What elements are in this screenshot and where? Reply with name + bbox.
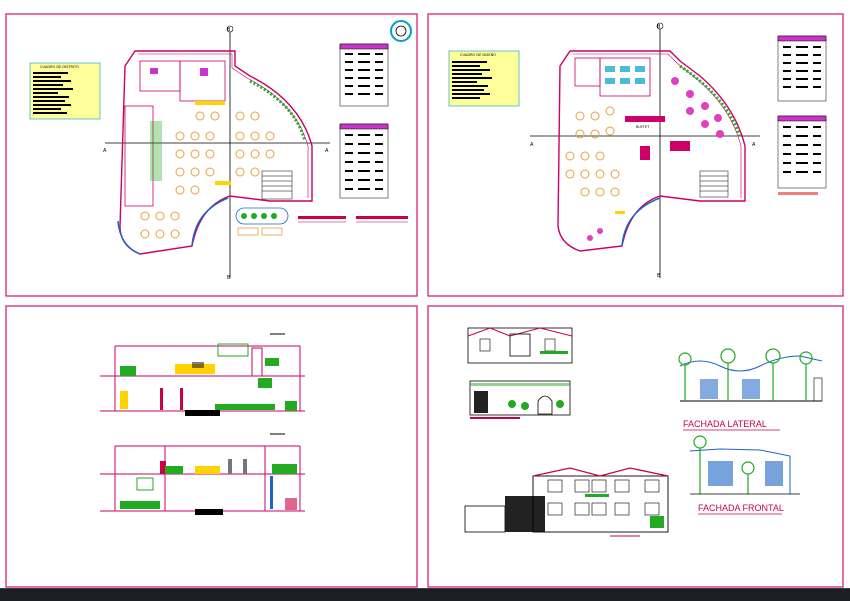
plan2-axis-left-label: A [530, 142, 534, 148]
floor-plan-1: B B A A CUADRO DE DISTRITO [29, 20, 412, 281]
taskbar [0, 588, 850, 601]
plan1-schedule-tables [339, 43, 389, 199]
building-sections [100, 333, 305, 515]
lateral-facade-title: FACHADA LATERAL [683, 419, 767, 429]
plan1-axis-top-label: B [227, 27, 231, 33]
plan1-legend-title: CUADRO DE DISTRITO [40, 65, 79, 69]
plan2-axis-top-label: B [657, 24, 661, 30]
plan1-axis-left-label: A [103, 148, 107, 154]
plan2-axis-bottom-label: B [657, 273, 661, 279]
plan2-axis-right-label: A [752, 142, 756, 148]
plan1-axis-bottom-label: B [227, 275, 231, 281]
cad-drawing-sheet[interactable]: B B A A CUADRO DE DISTRITO B B A A BUFFE… [0, 0, 850, 600]
plan2-outer-wall [557, 50, 746, 252]
building-elevations: FACHADA LATERAL FACHADA FRONTAL [464, 327, 823, 537]
compass-icon [390, 20, 412, 42]
plan2-legend-title: CUADRO DE DISEÑO [460, 52, 496, 57]
plan2-buffet-label: BUFFET [636, 125, 650, 129]
plan2-schedule-tables [777, 35, 827, 189]
floor-plan-2: B B A A BUFFET CUADRO DE DISEÑO [448, 22, 827, 279]
frontal-facade-title: FACHADA FRONTAL [698, 503, 784, 513]
plan1-axis-right-label: A [325, 148, 329, 154]
plan2-flower-tables [587, 77, 724, 241]
